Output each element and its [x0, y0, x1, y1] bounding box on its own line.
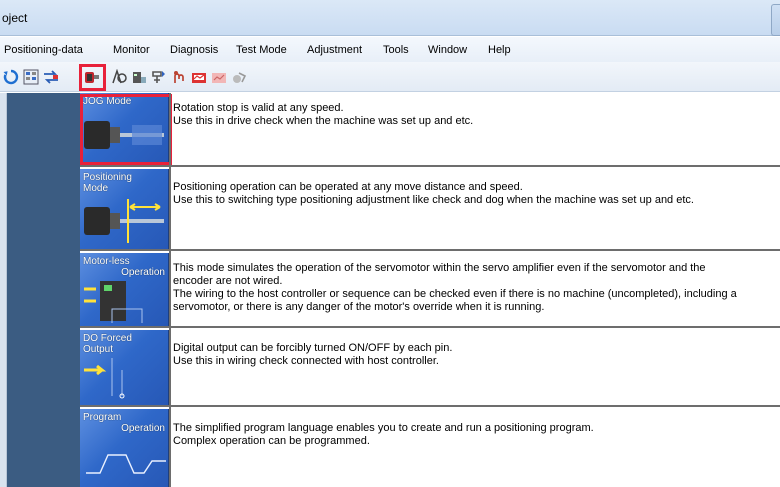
do-forced-output-description: Digital output can be forcibly turned ON…	[173, 342, 453, 367]
mode-row-do-forced-output: DO Forced Output Digital output can be f…	[80, 330, 780, 407]
program-label-2: Operation	[121, 423, 165, 434]
motorless-operation-button[interactable]: Motor-less Operation	[80, 253, 169, 326]
do-forced-output-label: DO Forced Output	[83, 333, 132, 355]
program-label: Program	[83, 412, 122, 423]
menu-window[interactable]: Window	[428, 44, 467, 56]
positioning-mode-description: Positioning operation can be operated at…	[173, 181, 694, 206]
motorless-label: Motor-less	[83, 256, 130, 267]
positioning-mode-icon[interactable]	[110, 68, 128, 86]
refresh-icon[interactable]	[2, 68, 20, 86]
motorless-label-2: Operation	[121, 267, 165, 278]
mode-row-motorless: Motor-less Operation This mode simulates…	[80, 253, 780, 328]
machine-analyzer-icon[interactable]	[190, 68, 208, 86]
one-touch-tuning-icon[interactable]	[210, 68, 228, 86]
menu-tools[interactable]: Tools	[383, 44, 409, 56]
mode-row-positioning: Positioning Mode Positioning operation c…	[80, 169, 780, 251]
menu-monitor[interactable]: Monitor	[113, 44, 150, 56]
do-forced-output-button[interactable]: DO Forced Output	[80, 330, 169, 405]
advanced-tuning-icon[interactable]	[230, 68, 248, 86]
menu-positioning-data[interactable]: Positioning-data	[4, 44, 83, 56]
transfer-icon[interactable]	[42, 68, 60, 86]
do-forced-output-icon[interactable]	[150, 68, 168, 86]
jog-mode-highlight-frame	[80, 94, 172, 165]
program-operation-icon[interactable]	[170, 68, 188, 86]
side-panel	[7, 93, 80, 487]
menu-bar: Positioning-data Monitor Diagnosis Test …	[0, 37, 780, 62]
program-waveform-icon	[86, 454, 166, 474]
positioning-mode-button[interactable]: Positioning Mode	[80, 169, 169, 249]
program-operation-button[interactable]: Program Operation	[80, 409, 169, 487]
output-pin-icon	[84, 358, 125, 399]
menu-diagnosis[interactable]: Diagnosis	[170, 44, 218, 56]
motorless-operation-icon[interactable]	[130, 68, 148, 86]
positioning-mode-label: Positioning Mode	[83, 172, 132, 194]
menu-adjustment[interactable]: Adjustment	[307, 44, 362, 56]
motorless-description: This mode simulates the operation of the…	[173, 262, 737, 313]
servo-amplifier-icon	[84, 281, 143, 323]
column-divider	[169, 93, 171, 487]
left-strip	[0, 93, 7, 487]
window-title: oject	[2, 11, 28, 25]
toolbar	[0, 62, 780, 92]
menu-test-mode[interactable]: Test Mode	[236, 44, 287, 56]
title-bar: oject	[0, 0, 780, 36]
window-frame-edge	[771, 4, 780, 36]
mode-row-jog: JOG Mode Rotation stop is valid at any s…	[80, 93, 780, 167]
parameter-list-icon[interactable]	[22, 68, 40, 86]
positioning-motor-icon	[84, 199, 164, 243]
menu-help[interactable]: Help	[488, 44, 511, 56]
jog-mode-description: Rotation stop is valid at any speed. Use…	[173, 102, 474, 127]
toolbar-highlight-frame	[79, 64, 106, 91]
mode-row-program-operation: Program Operation The simplified program…	[80, 409, 780, 487]
program-operation-description: The simplified program language enables …	[173, 422, 594, 447]
